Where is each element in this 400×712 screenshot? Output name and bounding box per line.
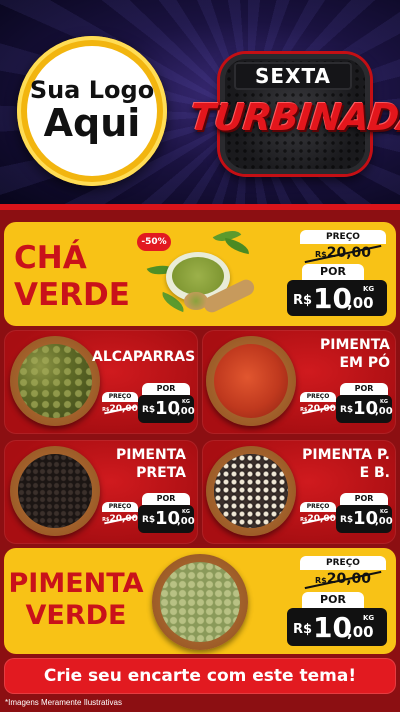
product-card-alcaparras[interactable]: ALCAPARRAS PREÇO R$20,00 POR R$ 10 ,00 K… — [4, 330, 198, 434]
capers-icon — [18, 344, 92, 418]
por-label: POR — [302, 264, 364, 280]
disclaimer-text: *Imagens Meramente Ilustrativas — [5, 698, 122, 707]
black-white-pepper-icon — [214, 454, 288, 528]
product-card-pimenta-p-e-b[interactable]: PIMENTA P. E B. PREÇO R$20,00 POR R$ 10 … — [202, 440, 396, 544]
logo-placeholder: Sua Logo Aqui — [27, 46, 157, 176]
product-name-line-2: PRETA — [136, 465, 186, 482]
new-price: R$ 10 ,00 KG — [336, 395, 393, 423]
header-divider — [0, 204, 400, 210]
bowl-image — [10, 336, 100, 426]
product-name-line-2: EM PÓ — [339, 355, 390, 372]
spoon-bowl-icon — [184, 292, 208, 310]
product-name-line-1: PIMENTA P. — [302, 447, 390, 463]
green-pepper-icon — [160, 562, 240, 642]
price-currency: R$ — [142, 405, 156, 415]
product-name: PIMENTA VERDE — [8, 568, 144, 633]
por-label: POR — [302, 592, 364, 608]
price-decimal: ,00 — [177, 406, 195, 417]
product-name: PIMENTA EM PÓ — [290, 336, 390, 372]
por-label: POR — [340, 383, 388, 395]
new-price: R$ 10 ,00 KG — [138, 395, 195, 423]
new-price: R$ 10 ,00 KG — [287, 280, 387, 316]
price-unit: KG — [380, 509, 388, 515]
product-name-line-2: E B. — [359, 465, 390, 482]
new-price: R$ 10 ,00 KG — [138, 505, 195, 533]
logo-line-2: Aqui — [43, 100, 141, 145]
product-name-line-2: VERDE — [14, 277, 130, 314]
preco-label: PREÇO — [300, 502, 336, 512]
product-name-line-1: PIMENTA — [8, 568, 144, 599]
price-currency: R$ — [293, 622, 313, 637]
price-unit: KG — [380, 399, 388, 405]
bowl-image — [206, 446, 296, 536]
product-card-pimenta-verde[interactable]: PIMENTA VERDE PREÇO R$20,00 POR R$ 10 ,0… — [4, 548, 396, 654]
price-unit: KG — [182, 509, 190, 515]
price-unit: KG — [363, 285, 375, 293]
badge-top-text: SEXTA — [234, 62, 352, 90]
product-name: PIMENTA PRETA — [86, 446, 186, 482]
product-name: ALCAPARRAS — [92, 348, 196, 366]
por-label: POR — [142, 383, 190, 395]
new-price: R$ 10 ,00 KG — [287, 608, 387, 646]
preco-label: PREÇO — [102, 392, 138, 402]
product-name-line-2: VERDE — [25, 600, 127, 632]
black-pepper-icon — [18, 454, 92, 528]
price-decimal: ,00 — [375, 406, 393, 417]
price-currency: R$ — [293, 293, 313, 308]
product-name-line-1: PIMENTA — [116, 447, 186, 463]
pepper-powder-icon — [214, 344, 288, 418]
discount-badge: -50% — [137, 233, 171, 251]
price-currency: R$ — [340, 405, 354, 415]
price-decimal: ,00 — [177, 516, 195, 527]
price-decimal: ,00 — [347, 623, 374, 641]
product-name-line-1: ALCAPARRAS — [92, 349, 196, 365]
product-name-line-1: CHÁ — [14, 240, 87, 276]
por-label: POR — [142, 493, 190, 505]
preco-label: PREÇO — [300, 392, 336, 402]
logo-line-1: Sua Logo — [29, 76, 155, 105]
product-name: CHÁ VERDE — [14, 240, 130, 314]
preco-label: PREÇO — [300, 556, 386, 570]
bowl-image — [206, 336, 296, 426]
product-card-pimenta-em-po[interactable]: PIMENTA EM PÓ PREÇO R$20,00 POR R$ 10 ,0… — [202, 330, 396, 434]
price-decimal: ,00 — [375, 516, 393, 527]
product-card-pimenta-preta[interactable]: PIMENTA PRETA PREÇO R$20,00 POR R$ 10 ,0… — [4, 440, 198, 544]
preco-label: PREÇO — [300, 230, 386, 244]
price-decimal: ,00 — [347, 294, 374, 312]
price-currency: R$ — [340, 515, 354, 525]
campaign-badge: SEXTA TURBINADA — [188, 40, 400, 190]
badge-title: TURBINADA — [187, 96, 400, 139]
price-unit: KG — [363, 614, 375, 622]
logo-badge[interactable]: Sua Logo Aqui — [17, 36, 167, 186]
por-label: POR — [340, 493, 388, 505]
product-name-line-1: PIMENTA — [320, 337, 390, 353]
bowl-image — [152, 554, 248, 650]
header-banner: Sua Logo Aqui SEXTA TURBINADA — [0, 0, 400, 208]
product-name: PIMENTA P. E B. — [290, 446, 390, 482]
price-unit: KG — [182, 399, 190, 405]
leaf-icon — [223, 237, 251, 255]
new-price: R$ 10 ,00 KG — [336, 505, 393, 533]
cta-banner[interactable]: Crie seu encarte com este tema! — [4, 658, 396, 694]
price-currency: R$ — [142, 515, 156, 525]
product-card-cha-verde[interactable]: CHÁ VERDE PREÇO R$20,00 POR R$ 10 ,00 KG — [4, 222, 396, 326]
preco-label: PREÇO — [102, 502, 138, 512]
